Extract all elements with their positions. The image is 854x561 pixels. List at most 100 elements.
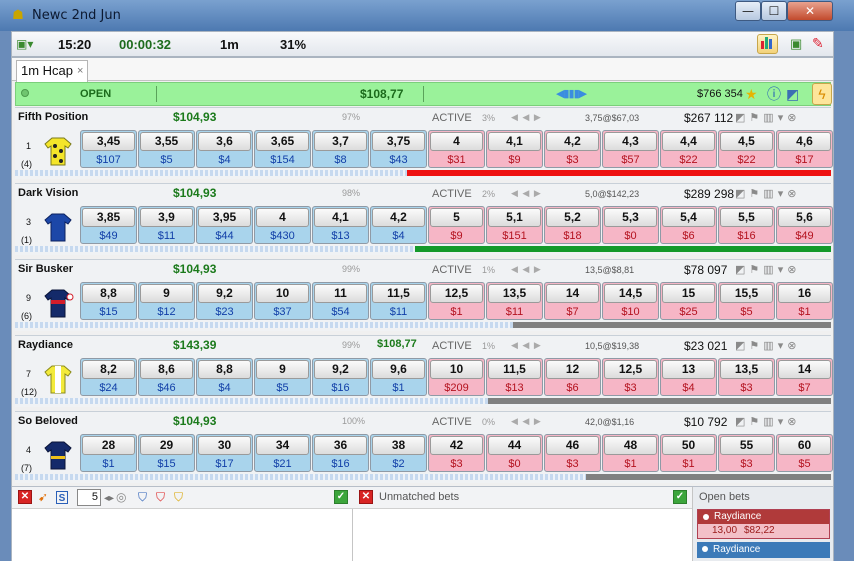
back-price-cell[interactable]: 29 $15: [138, 434, 195, 472]
lay-odds-button[interactable]: 4,3: [604, 132, 657, 151]
ladder-arrows-icon[interactable]: ◀ ◀ ▶: [511, 112, 542, 123]
lay-odds-button[interactable]: 12,5: [430, 284, 483, 303]
back-price-cell[interactable]: 4,2 $4: [370, 206, 427, 244]
flag-icon[interactable]: ⚑: [749, 264, 763, 276]
lay-odds-button[interactable]: 60: [778, 436, 831, 455]
lay-odds-button[interactable]: 4,1: [488, 132, 541, 151]
lay-odds-button[interactable]: 11,5: [488, 360, 541, 379]
back-price-cell[interactable]: 9,6 $1: [370, 358, 427, 396]
back-odds-button[interactable]: 8,2: [82, 360, 135, 379]
lay-price-cell[interactable]: 48 $1: [602, 434, 659, 472]
lay-odds-button[interactable]: 12: [546, 360, 599, 379]
lay-odds-button[interactable]: 15: [662, 284, 715, 303]
back-odds-button[interactable]: 8,8: [82, 284, 135, 303]
dropdown-icon[interactable]: ▾: [778, 340, 788, 352]
lay-price-cell[interactable]: 13,5 $11: [486, 282, 543, 320]
lay-price-cell[interactable]: 46 $3: [544, 434, 601, 472]
shield-red-icon[interactable]: ⛉: [156, 490, 165, 504]
flash-icon[interactable]: ϟ: [812, 83, 832, 105]
back-price-cell[interactable]: 8,2 $24: [80, 358, 137, 396]
back-odds-button[interactable]: 29: [140, 436, 193, 455]
tab-market[interactable]: 1m Hcap ×: [16, 60, 88, 82]
settings-icon[interactable]: ◎: [116, 490, 126, 504]
back-odds-button[interactable]: 11,5: [372, 284, 425, 303]
lay-price-cell[interactable]: 50 $1: [660, 434, 717, 472]
confirm-unmatched-icon[interactable]: ✓: [673, 490, 687, 504]
lay-price-cell[interactable]: 4,4 $22: [660, 130, 717, 168]
shield-gold-icon[interactable]: ⛉: [174, 490, 183, 504]
back-odds-button[interactable]: 3,65: [256, 132, 309, 151]
back-price-cell[interactable]: 3,45 $107: [80, 130, 137, 168]
back-price-cell[interactable]: 3,75 $43: [370, 130, 427, 168]
lay-odds-button[interactable]: 12,5: [604, 360, 657, 379]
back-odds-button[interactable]: 28: [82, 436, 135, 455]
back-odds-button[interactable]: 8,8: [198, 360, 251, 379]
lay-odds-button[interactable]: 50: [662, 436, 715, 455]
lay-price-cell[interactable]: 4,5 $22: [718, 130, 775, 168]
info-icon[interactable]: ⓘ: [767, 86, 781, 102]
shield-blue-icon[interactable]: ⛉: [138, 490, 147, 504]
ladder-icon[interactable]: ▥: [763, 264, 777, 276]
ladder-icon[interactable]: ▥: [763, 112, 777, 124]
lay-price-cell[interactable]: 15 $25: [660, 282, 717, 320]
close-icon[interactable]: ⊗: [787, 188, 800, 200]
back-price-cell[interactable]: 9 $5: [254, 358, 311, 396]
s-mode-icon[interactable]: S: [56, 491, 68, 504]
back-price-cell[interactable]: 11 $54: [312, 282, 369, 320]
back-price-cell[interactable]: 4 $430: [254, 206, 311, 244]
lay-price-cell[interactable]: 4,3 $57: [602, 130, 659, 168]
ladder-arrows-icon[interactable]: ◀ ◀ ▶: [511, 188, 542, 199]
back-price-cell[interactable]: 3,7 $8: [312, 130, 369, 168]
spin-icon[interactable]: ◂▸: [104, 492, 114, 506]
back-odds-button[interactable]: 34: [256, 436, 309, 455]
back-odds-button[interactable]: 3,95: [198, 208, 251, 227]
ladder-arrows-icon[interactable]: ◀ ◀ ▶: [511, 340, 542, 351]
chart-icon[interactable]: ◩: [735, 416, 749, 428]
flag-icon[interactable]: ⚑: [749, 340, 763, 352]
lay-odds-button[interactable]: 4,4: [662, 132, 715, 151]
chart-icon[interactable]: ◩: [735, 340, 749, 352]
lay-odds-button[interactable]: 14,5: [604, 284, 657, 303]
back-odds-button[interactable]: 9: [256, 360, 309, 379]
lay-price-cell[interactable]: 5,4 $6: [660, 206, 717, 244]
lay-odds-button[interactable]: 15,5: [720, 284, 773, 303]
lay-price-cell[interactable]: 5 $9: [428, 206, 485, 244]
back-price-cell[interactable]: 36 $16: [312, 434, 369, 472]
lay-odds-button[interactable]: 5,5: [720, 208, 773, 227]
lay-odds-button[interactable]: 4,6: [778, 132, 831, 151]
lay-odds-button[interactable]: 4,2: [546, 132, 599, 151]
back-odds-button[interactable]: 9,2: [314, 360, 367, 379]
new-window-icon[interactable]: ▣: [790, 36, 802, 52]
back-odds-button[interactable]: 8,6: [140, 360, 193, 379]
lay-odds-button[interactable]: 5,1: [488, 208, 541, 227]
open-bet-item[interactable]: Raydiance 13,00 $82,22: [697, 509, 830, 539]
back-price-cell[interactable]: 9 $12: [138, 282, 195, 320]
add-market-icon[interactable]: ▣▾: [16, 36, 38, 52]
back-odds-button[interactable]: 4: [256, 208, 309, 227]
back-price-cell[interactable]: 4,1 $13: [312, 206, 369, 244]
lay-odds-button[interactable]: 5,6: [778, 208, 831, 227]
ladder-arrows-icon[interactable]: ◀ ◀ ▶: [511, 264, 542, 275]
back-price-cell[interactable]: 8,8 $4: [196, 358, 253, 396]
lay-price-cell[interactable]: 5,5 $16: [718, 206, 775, 244]
lay-price-cell[interactable]: 5,6 $49: [776, 206, 833, 244]
minimize-button[interactable]: —: [735, 1, 761, 21]
lay-price-cell[interactable]: 12 $6: [544, 358, 601, 396]
lay-odds-button[interactable]: 46: [546, 436, 599, 455]
close-icon[interactable]: ⊗: [787, 340, 800, 352]
back-odds-button[interactable]: 3,85: [82, 208, 135, 227]
tab-close-icon[interactable]: ×: [77, 66, 83, 77]
lay-price-cell[interactable]: 5,3 $0: [602, 206, 659, 244]
dropdown-icon[interactable]: ▾: [778, 188, 788, 200]
maximize-button[interactable]: ☐: [761, 1, 787, 21]
back-price-cell[interactable]: 30 $17: [196, 434, 253, 472]
lay-odds-button[interactable]: 42: [430, 436, 483, 455]
back-odds-button[interactable]: 30: [198, 436, 251, 455]
back-odds-button[interactable]: 9: [140, 284, 193, 303]
lay-odds-button[interactable]: 5,4: [662, 208, 715, 227]
ladder-navigation-icon[interactable]: ◀▮▮▮▶: [556, 87, 587, 100]
lay-odds-button[interactable]: 16: [778, 284, 831, 303]
lay-price-cell[interactable]: 12,5 $1: [428, 282, 485, 320]
cancel-unmatched-icon[interactable]: ✕: [359, 490, 373, 504]
lay-price-cell[interactable]: 11,5 $13: [486, 358, 543, 396]
